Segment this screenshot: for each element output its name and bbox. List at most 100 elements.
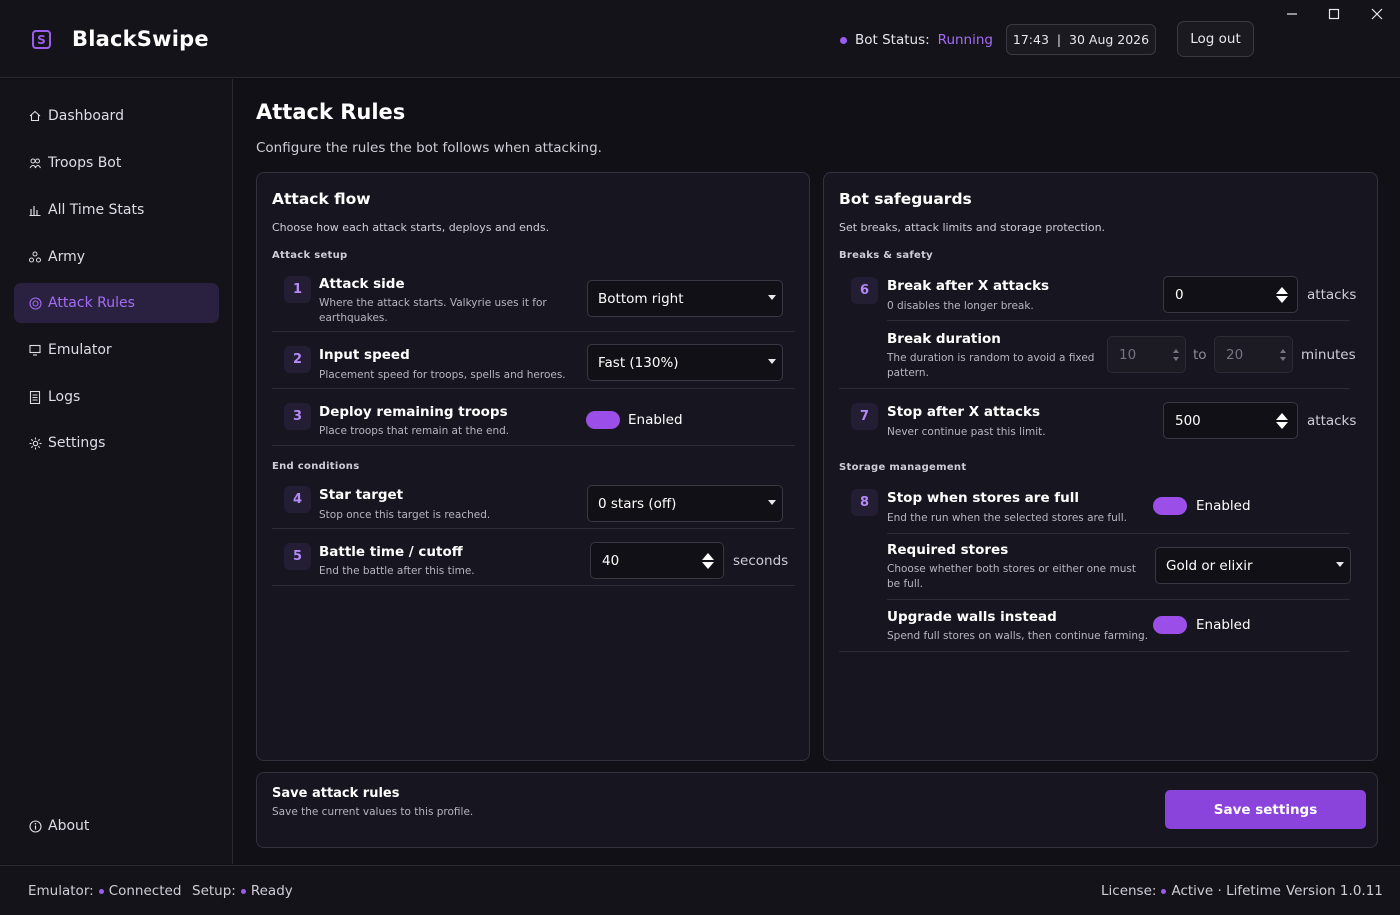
attack-side-desc: Where the attack starts. Valkyrie uses i…: [319, 297, 547, 324]
sidebar: Dashboard Troops Bot All Time Stats Army…: [0, 79, 233, 864]
stop-full-toggle-label: Enabled: [1196, 498, 1251, 514]
stop-after-unit: attacks: [1307, 413, 1357, 429]
sidebar-item-troops-bot[interactable]: Troops Bot: [14, 143, 219, 183]
break-after-value: 0: [1175, 286, 1184, 303]
break-duration-max-value: 20: [1226, 346, 1244, 363]
break-duration-min-stepper[interactable]: 10: [1107, 336, 1186, 373]
row-divider: [272, 445, 795, 446]
target-icon: [28, 296, 42, 310]
status-footer: Emulator: Connected Setup: Ready License…: [0, 865, 1400, 915]
star-target-select[interactable]: 0 stars (off): [587, 485, 783, 522]
status-dot-icon: [98, 888, 104, 894]
sidebar-item-label: Dashboard: [48, 108, 124, 124]
status-dot-icon: [1161, 888, 1167, 894]
logout-button[interactable]: Log out: [1177, 21, 1254, 57]
page-title: Attack Rules: [256, 100, 406, 124]
upgrade-walls-toggle[interactable]: [1153, 616, 1187, 634]
sidebar-item-label: Army: [48, 249, 86, 265]
maximize-icon[interactable]: [1324, 4, 1344, 24]
status-dot-icon: [840, 36, 847, 44]
upgrade-walls-toggle-label: Enabled: [1196, 617, 1251, 633]
users-icon: [28, 157, 42, 169]
attack-side-select[interactable]: Bottom right: [587, 280, 783, 317]
decrement-icon[interactable]: [702, 562, 714, 569]
logo-icon: S: [32, 30, 51, 49]
panel-title: Attack flow: [272, 190, 371, 208]
break-duration-to-label: to: [1193, 347, 1207, 363]
break-duration-min-value: 10: [1119, 346, 1137, 363]
row-divider: [887, 320, 1350, 321]
clock-display: 17:43 | 30 Aug 2026: [1006, 24, 1156, 55]
star-target-title: Star target: [319, 487, 404, 503]
increment-icon[interactable]: [1173, 349, 1179, 353]
stop-full-toggle[interactable]: [1153, 497, 1187, 515]
army-icon: [28, 251, 42, 263]
attack-flow-panel: Attack flow Choose how each attack start…: [256, 172, 810, 761]
setup-status: Setup: Ready: [192, 883, 293, 899]
section-label-attack-setup: Attack setup: [272, 250, 348, 261]
decrement-icon[interactable]: [1173, 357, 1179, 361]
gear-icon: [28, 437, 42, 450]
star-target-value: 0 stars (off): [598, 495, 677, 512]
sidebar-item-logs[interactable]: Logs: [14, 377, 219, 417]
break-after-desc: 0 disables the longer break.: [887, 300, 1034, 312]
sidebar-item-army[interactable]: Army: [14, 237, 219, 277]
license-status-label: License:: [1101, 883, 1157, 899]
sidebar-item-settings[interactable]: Settings: [14, 423, 219, 463]
stop-after-desc: Never continue past this limit.: [887, 426, 1046, 438]
decrement-icon[interactable]: [1280, 357, 1286, 361]
break-duration-desc: The duration is random to avoid a fixed …: [887, 352, 1095, 379]
monitor-icon: [28, 344, 42, 356]
increment-icon[interactable]: [1276, 287, 1288, 294]
step-number-badge: 1: [284, 276, 311, 303]
sidebar-item-dashboard[interactable]: Dashboard: [14, 96, 219, 136]
sidebar-item-about[interactable]: About: [14, 806, 219, 846]
sidebar-item-label: About: [48, 818, 90, 834]
deploy-remaining-toggle[interactable]: [586, 411, 620, 429]
required-stores-value: Gold or elixir: [1166, 557, 1253, 574]
row-divider: [272, 388, 795, 389]
emulator-status-label: Emulator:: [28, 883, 94, 899]
break-after-stepper[interactable]: 0: [1163, 276, 1298, 313]
chevron-down-icon: [768, 359, 776, 364]
battle-time-value: 40: [602, 552, 620, 569]
input-speed-select[interactable]: Fast (130%): [587, 344, 783, 381]
required-stores-select[interactable]: Gold or elixir: [1155, 547, 1351, 584]
stop-full-title: Stop when stores are full: [887, 490, 1080, 506]
sidebar-item-all-time-stats[interactable]: All Time Stats: [14, 190, 219, 230]
panel-subtitle: Choose how each attack starts, deploys a…: [272, 221, 550, 234]
section-label-end-conditions: End conditions: [272, 461, 360, 472]
step-number-badge: 2: [284, 346, 311, 373]
deploy-remaining-toggle-label: Enabled: [628, 412, 683, 428]
bot-status: Bot Status: Running: [840, 32, 993, 48]
row-divider: [839, 388, 1350, 389]
section-label-storage: Storage management: [839, 462, 967, 473]
info-icon: [28, 819, 42, 833]
attack-side-title: Attack side: [319, 276, 405, 292]
stop-after-stepper[interactable]: 500: [1163, 402, 1298, 439]
decrement-icon[interactable]: [1276, 422, 1288, 429]
emulator-status-value: Connected: [108, 883, 182, 899]
save-bar-title: Save attack rules: [272, 786, 400, 801]
battle-time-stepper[interactable]: 40: [590, 542, 724, 579]
minimize-icon[interactable]: [1282, 4, 1302, 24]
break-duration-title: Break duration: [887, 331, 1001, 347]
document-icon: [28, 390, 42, 404]
increment-icon[interactable]: [1280, 349, 1286, 353]
sidebar-item-attack-rules[interactable]: Attack Rules: [14, 283, 219, 323]
license-status-value: Active · Lifetime: [1171, 883, 1281, 899]
close-icon[interactable]: [1367, 4, 1387, 24]
star-target-desc: Stop once this target is reached.: [319, 509, 491, 521]
row-divider: [272, 585, 795, 586]
sidebar-item-label: Settings: [48, 435, 106, 451]
chevron-down-icon: [1336, 562, 1344, 567]
save-settings-button[interactable]: Save settings: [1165, 790, 1366, 829]
decrement-icon[interactable]: [1276, 296, 1288, 303]
increment-icon[interactable]: [1276, 413, 1288, 420]
break-duration-max-stepper[interactable]: 20: [1214, 336, 1293, 373]
home-icon: [28, 110, 42, 122]
section-label-breaks: Breaks & safety: [839, 250, 934, 261]
sidebar-item-label: All Time Stats: [48, 202, 145, 218]
sidebar-item-emulator[interactable]: Emulator: [14, 330, 219, 370]
increment-icon[interactable]: [702, 553, 714, 560]
